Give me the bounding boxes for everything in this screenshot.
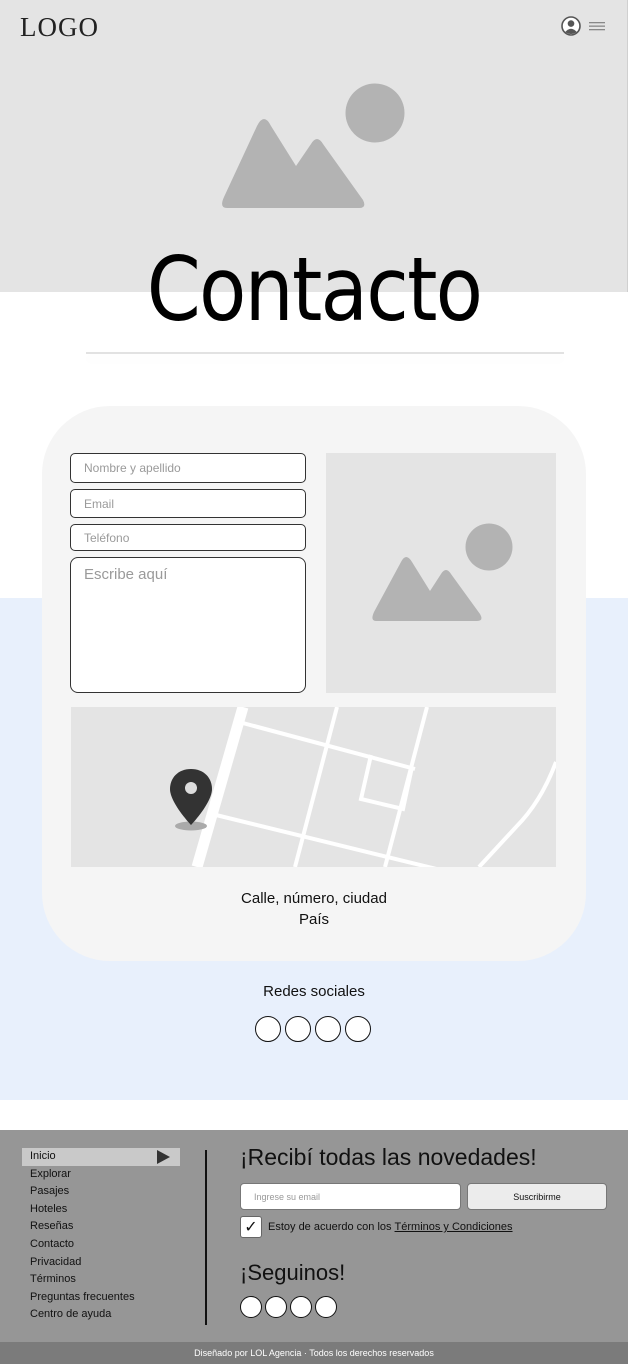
contact-card: Nombre y apellido Email Teléfono Escribe… — [42, 406, 586, 961]
social-circle-icon[interactable] — [345, 1016, 371, 1042]
social-circle-icon[interactable] — [265, 1296, 287, 1318]
footer-divider — [205, 1150, 207, 1325]
social-circle-icon[interactable] — [315, 1016, 341, 1042]
newsletter-title: ¡Recibí todas las novedades! — [240, 1144, 537, 1170]
footer-nav-item-explorar[interactable]: Explorar — [22, 1166, 180, 1184]
email-field[interactable]: Email — [70, 489, 306, 518]
address-line-1: Calle, número, ciudad — [241, 890, 387, 907]
footer-nav-item-terminos[interactable]: Términos — [22, 1271, 180, 1289]
title-divider — [86, 352, 564, 354]
message-textarea[interactable]: Escribe aquí — [70, 557, 306, 693]
header-actions — [561, 16, 605, 36]
footer-nav-item-contacto[interactable]: Contacto — [22, 1236, 180, 1254]
copyright-bar: Diseñado por LOL Agencia · Todos los der… — [0, 1342, 628, 1364]
location-map[interactable] — [71, 707, 556, 867]
image-placeholder-icon — [222, 83, 405, 208]
phone-field[interactable]: Teléfono — [70, 524, 306, 551]
footer-social-links — [240, 1296, 337, 1318]
page-title: Contacto — [146, 238, 483, 341]
address: Calle, número, ciudad País — [42, 888, 586, 930]
image-placeholder-icon — [372, 523, 513, 621]
social-title: Redes sociales — [263, 983, 365, 1000]
map-streets — [191, 707, 556, 867]
hamburger-menu-icon[interactable] — [589, 20, 605, 32]
social-circle-icon[interactable] — [255, 1016, 281, 1042]
follow-title: ¡Seguinos! — [240, 1260, 346, 1285]
map-pin-icon — [170, 769, 212, 831]
terms-text: Estoy de acuerdo con los — [268, 1221, 392, 1233]
footer-nav-item-pasajes[interactable]: Pasajes — [22, 1183, 180, 1201]
footer: Inicio Explorar Pasajes Hoteles Reseñas … — [0, 1130, 628, 1364]
footer-nav: Inicio Explorar Pasajes Hoteles Reseñas … — [22, 1148, 180, 1324]
footer-nav-item-inicio[interactable]: Inicio — [22, 1148, 180, 1166]
address-line-2: País — [298, 911, 329, 928]
footer-nav-item-help[interactable]: Centro de ayuda — [22, 1306, 180, 1324]
newsletter-email-input[interactable]: Ingrese su email — [240, 1183, 461, 1210]
footer-nav-item-faq[interactable]: Preguntas frecuentes — [22, 1289, 180, 1307]
footer-nav-item-hoteles[interactable]: Hoteles — [22, 1201, 180, 1219]
social-circle-icon[interactable] — [240, 1296, 262, 1318]
footer-nav-label: Inicio — [30, 1150, 56, 1162]
social-links — [255, 1016, 371, 1042]
social-circle-icon[interactable] — [315, 1296, 337, 1318]
play-arrow-icon — [157, 1150, 170, 1164]
terms-checkbox[interactable]: ✓ — [240, 1216, 262, 1238]
social-circle-icon[interactable] — [290, 1296, 312, 1318]
user-circle-icon[interactable] — [561, 16, 581, 36]
footer-nav-item-resenas[interactable]: Reseñas — [22, 1218, 180, 1236]
contact-image — [326, 453, 556, 693]
terms-row: ✓ Estoy de acuerdo con los Términos y Co… — [240, 1216, 513, 1238]
subscribe-button[interactable]: Suscribirme — [467, 1183, 607, 1210]
name-field[interactable]: Nombre y apellido — [70, 453, 306, 483]
logo[interactable]: LOGO — [20, 12, 99, 43]
terms-link[interactable]: Términos y Condiciones — [395, 1221, 513, 1233]
footer-nav-item-privacidad[interactable]: Privacidad — [22, 1254, 180, 1272]
social-circle-icon[interactable] — [285, 1016, 311, 1042]
